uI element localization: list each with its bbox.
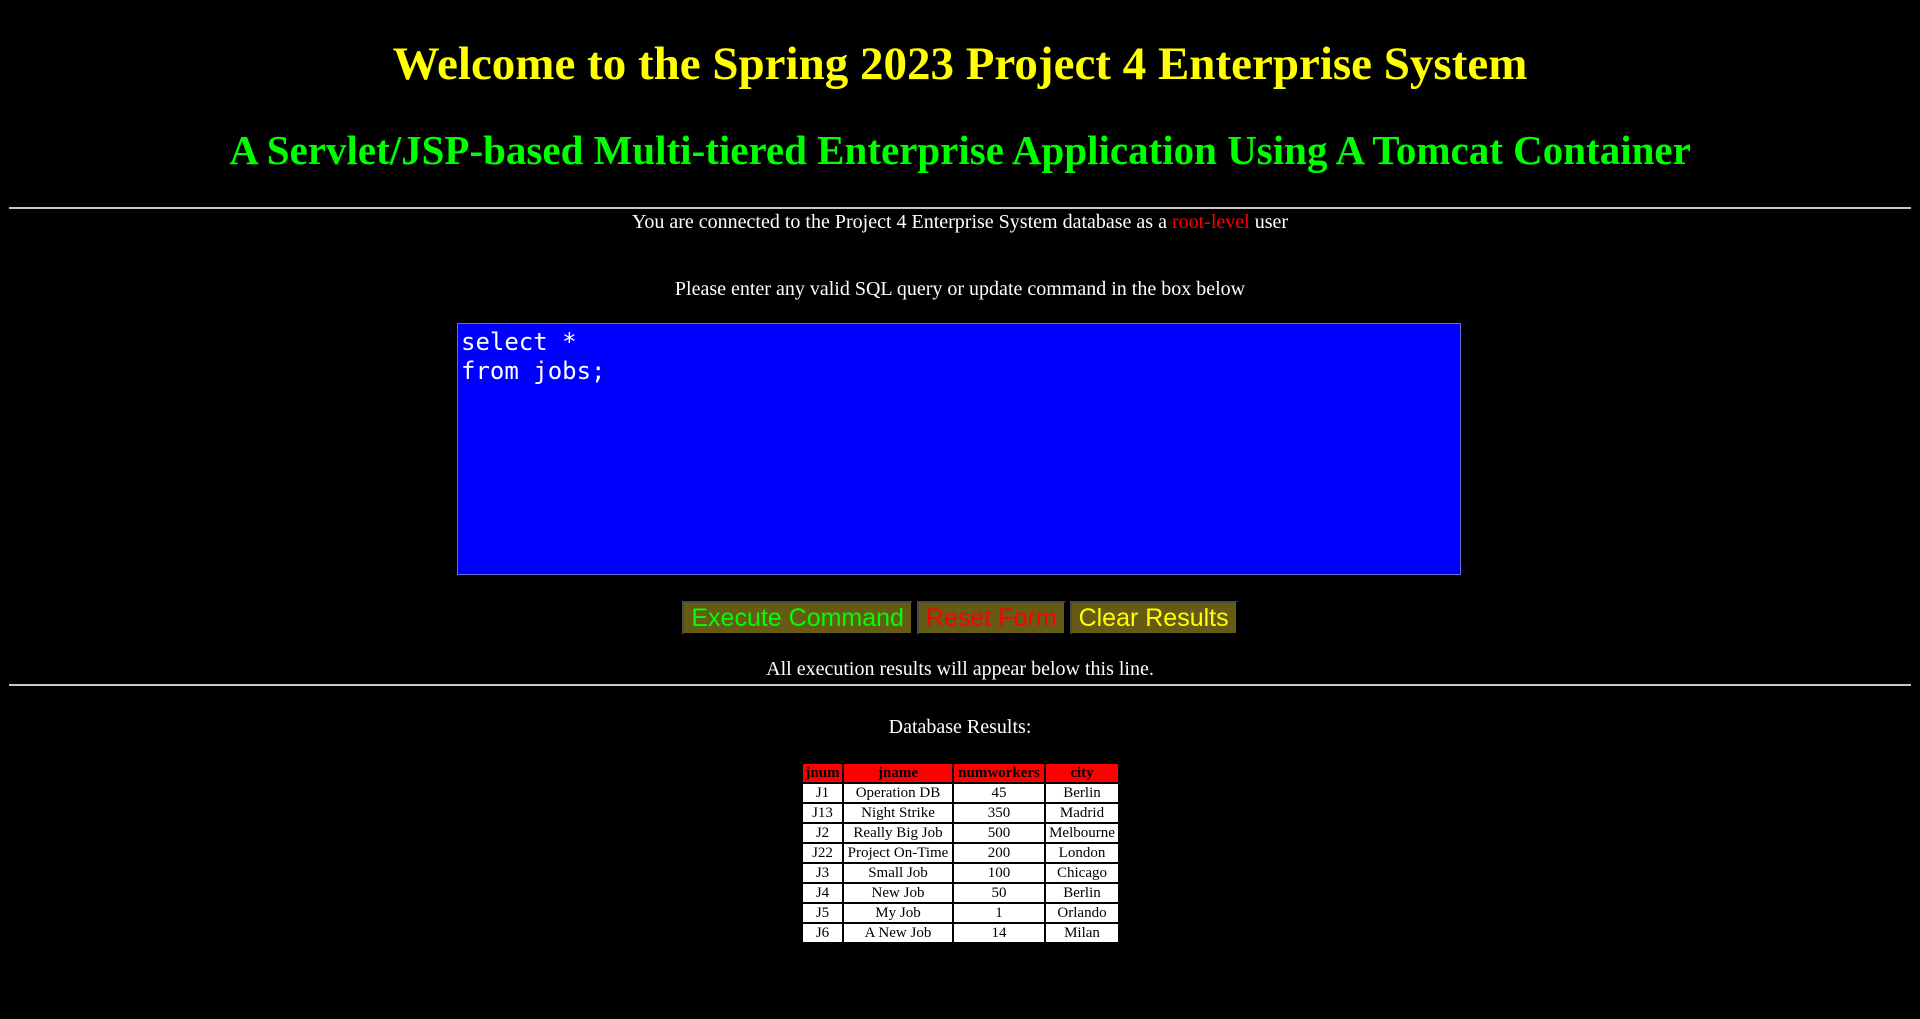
table-cell: Night Strike bbox=[844, 804, 952, 822]
top-divider bbox=[9, 207, 1911, 209]
table-row: J4 New Job 50 Berlin bbox=[803, 884, 1118, 902]
column-header-jnum: jnum bbox=[803, 764, 842, 782]
table-row: J6 A New Job 14 Milan bbox=[803, 924, 1118, 942]
table-cell: 14 bbox=[954, 924, 1044, 942]
table-cell: Really Big Job bbox=[844, 824, 952, 842]
column-header-numworkers: numworkers bbox=[954, 764, 1044, 782]
table-cell: 100 bbox=[954, 864, 1044, 882]
page-subtitle: A Servlet/JSP-based Multi-tiered Enterpr… bbox=[229, 127, 1691, 173]
column-header-jname: jname bbox=[844, 764, 952, 782]
table-cell: New Job bbox=[844, 884, 952, 902]
table-cell: J22 bbox=[803, 844, 842, 862]
table-cell: J3 bbox=[803, 864, 842, 882]
table-cell: Small Job bbox=[844, 864, 952, 882]
table-cell: London bbox=[1046, 844, 1118, 862]
table-cell: Chicago bbox=[1046, 864, 1118, 882]
clear-results-button[interactable]: Clear Results bbox=[1069, 601, 1238, 635]
table-row: J22 Project On-Time 200 London bbox=[803, 844, 1118, 862]
table-cell: My Job bbox=[844, 904, 952, 922]
table-cell: Madrid bbox=[1046, 804, 1118, 822]
button-bar: Execute Command Reset Form Clear Results bbox=[0, 601, 1920, 635]
user-role: root-level bbox=[1171, 211, 1250, 233]
query-prompt: Please enter any valid SQL query or upda… bbox=[674, 278, 1246, 300]
table-cell: Berlin bbox=[1046, 884, 1118, 902]
reset-form-button[interactable]: Reset Form bbox=[916, 601, 1066, 635]
table-cell: 50 bbox=[954, 884, 1044, 902]
results-label: Database Results: bbox=[888, 716, 1032, 738]
table-cell: 200 bbox=[954, 844, 1044, 862]
results-table: jnum jname numworkers city J1 Operation … bbox=[801, 762, 1120, 944]
table-cell: Orlando bbox=[1046, 904, 1118, 922]
table-cell: Berlin bbox=[1046, 784, 1118, 802]
table-cell: 45 bbox=[954, 784, 1044, 802]
connection-prefix: You are connected to the Project 4 Enter… bbox=[631, 211, 1172, 233]
table-cell: Project On-Time bbox=[844, 844, 952, 862]
table-cell: J2 bbox=[803, 824, 842, 842]
table-cell: J5 bbox=[803, 904, 842, 922]
table-row: J2 Really Big Job 500 Melbourne bbox=[803, 824, 1118, 842]
table-cell: J6 bbox=[803, 924, 842, 942]
connection-suffix: user bbox=[1249, 211, 1289, 233]
table-cell: A New Job bbox=[844, 924, 952, 942]
bottom-divider bbox=[9, 684, 1911, 686]
table-cell: Milan bbox=[1046, 924, 1118, 942]
sql-query-input[interactable]: select * from jobs; bbox=[457, 323, 1461, 575]
table-row: J5 My Job 1 Orlando bbox=[803, 904, 1118, 922]
table-cell: J4 bbox=[803, 884, 842, 902]
connection-status: You are connected to the Project 4 Enter… bbox=[0, 210, 1920, 234]
page: Welcome to the Spring 2023 Project 4 Ent… bbox=[0, 0, 1920, 1019]
table-cell: 1 bbox=[954, 904, 1044, 922]
table-row: J1 Operation DB 45 Berlin bbox=[803, 784, 1118, 802]
table-row: J13 Night Strike 350 Madrid bbox=[803, 804, 1118, 822]
execute-command-button[interactable]: Execute Command bbox=[682, 601, 913, 635]
column-header-city: city bbox=[1046, 764, 1118, 782]
table-cell: Operation DB bbox=[844, 784, 952, 802]
table-cell: 500 bbox=[954, 824, 1044, 842]
table-cell: Melbourne bbox=[1046, 824, 1118, 842]
table-row: J3 Small Job 100 Chicago bbox=[803, 864, 1118, 882]
results-note: All execution results will appear below … bbox=[766, 658, 1154, 680]
table-cell: 350 bbox=[954, 804, 1044, 822]
page-title: Welcome to the Spring 2023 Project 4 Ent… bbox=[392, 38, 1528, 90]
table-header-row: jnum jname numworkers city bbox=[803, 764, 1118, 782]
table-cell: J13 bbox=[803, 804, 842, 822]
table-cell: J1 bbox=[803, 784, 842, 802]
